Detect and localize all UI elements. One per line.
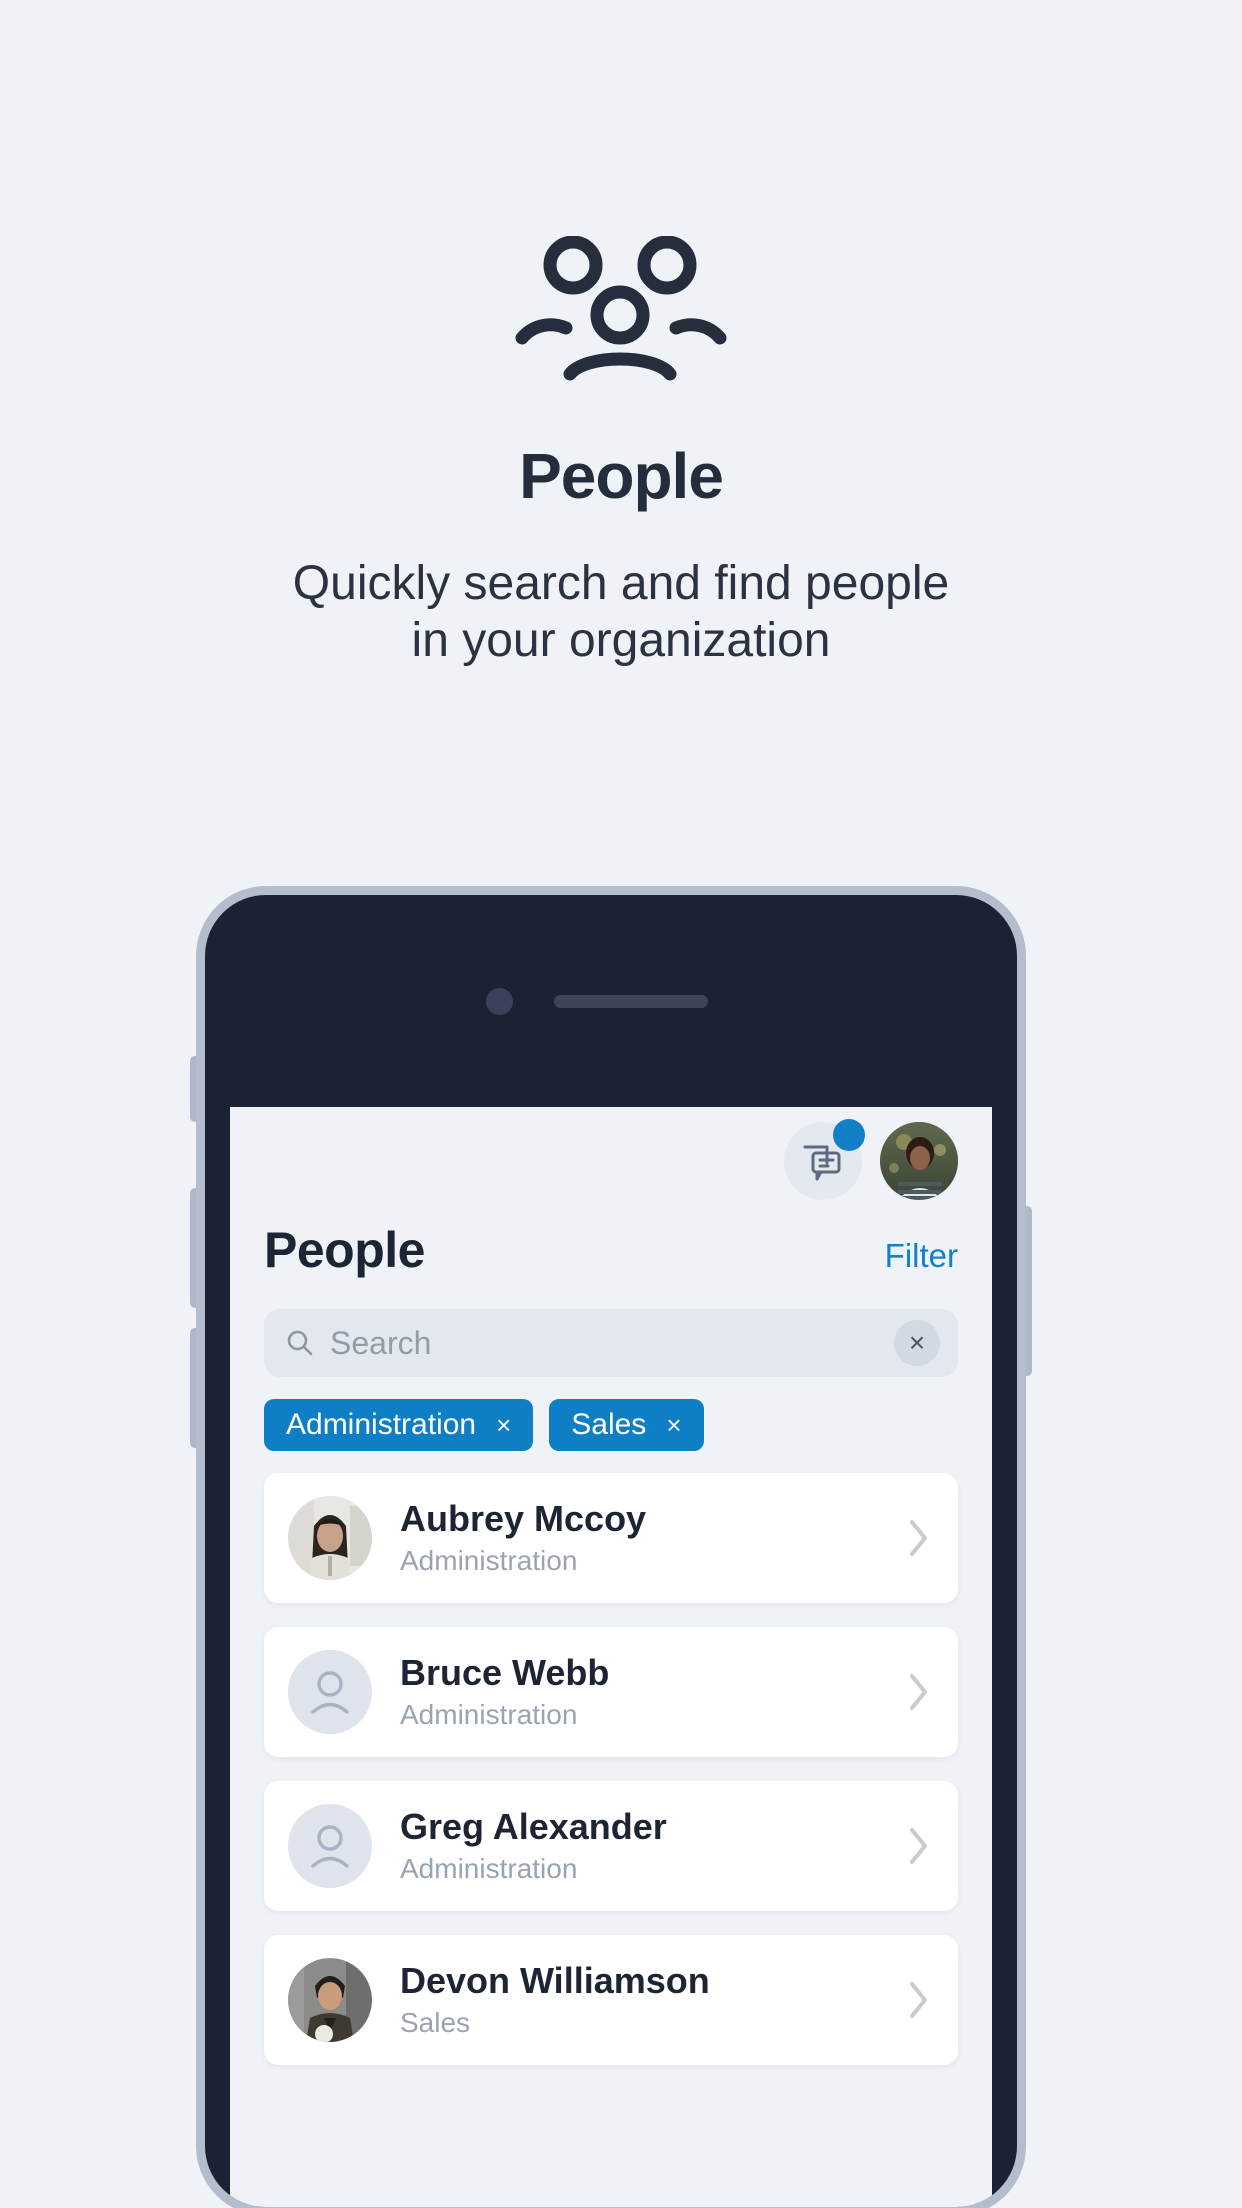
person-placeholder-icon: [288, 1804, 372, 1888]
person-role: Administration: [400, 1699, 578, 1731]
person-avatar-placeholder: [288, 1804, 372, 1888]
page-title: People: [264, 1222, 425, 1278]
person-role: Sales: [400, 2007, 471, 2039]
phone-mockup: People Filter Search × Administration × …: [190, 886, 1032, 2208]
person-name: Bruce Webb: [400, 1652, 610, 1694]
person-meta: Devon Williamson Sales: [372, 1958, 906, 2041]
app-store-screenshot: People Quickly search and find people in…: [0, 0, 1242, 2208]
people-group-icon: [515, 236, 727, 381]
speaker-grille-icon: [554, 995, 708, 1008]
person-placeholder-icon: [288, 1650, 372, 1734]
hero-subtitle: Quickly search and find people in your o…: [0, 556, 1242, 669]
person-name: Aubrey Mccoy: [400, 1498, 647, 1540]
person-avatar-photo: [288, 1958, 372, 2042]
hero-title: People: [519, 440, 724, 512]
list-item[interactable]: Aubrey Mccoy Administration: [264, 1473, 958, 1603]
person-meta: Greg Alexander Administration: [372, 1804, 906, 1887]
filter-chip-sales[interactable]: Sales ×: [549, 1399, 704, 1451]
chip-remove-icon[interactable]: ×: [496, 1410, 511, 1441]
list-item[interactable]: Greg Alexander Administration: [264, 1781, 958, 1911]
person-meta: Aubrey Mccoy Administration: [372, 1496, 906, 1579]
hero-subtitle-line-1: Quickly search and find people: [292, 557, 950, 610]
app-topbar: [230, 1107, 992, 1200]
avatar-photo: [880, 1122, 958, 1200]
person-avatar-photo: [288, 1496, 372, 1580]
app-header: People Filter: [230, 1199, 992, 1279]
chat-button[interactable]: [784, 1119, 865, 1200]
hero-section: People Quickly search and find people in…: [0, 0, 1242, 669]
list-item[interactable]: Devon Williamson Sales: [264, 1935, 958, 2065]
search-clear-button[interactable]: ×: [894, 1320, 940, 1366]
avatar-photo: [288, 1958, 372, 2042]
person-name: Devon Williamson: [400, 1960, 710, 2002]
chevron-right-icon: [910, 1674, 927, 1710]
phone-top-bezel: [205, 895, 1017, 1107]
chip-label: Sales: [571, 1408, 647, 1441]
person-avatar-placeholder: [288, 1650, 372, 1734]
person-meta: Bruce Webb Administration: [372, 1650, 906, 1733]
chat-unread-badge: [833, 1119, 865, 1151]
chip-label: Administration: [286, 1408, 477, 1441]
filter-chip-administration[interactable]: Administration ×: [264, 1399, 534, 1451]
filter-button[interactable]: Filter: [885, 1237, 958, 1275]
person-role: Administration: [400, 1853, 578, 1885]
list-item[interactable]: Bruce Webb Administration: [264, 1627, 958, 1757]
avatar-photo: [288, 1496, 372, 1580]
camera-dot-icon: [486, 988, 513, 1015]
filter-chips: Administration × Sales ×: [230, 1377, 992, 1451]
person-name: Greg Alexander: [400, 1806, 667, 1848]
chevron-right-icon: [910, 1982, 927, 2018]
avatar[interactable]: [880, 1122, 958, 1200]
search-input[interactable]: Search ×: [264, 1309, 958, 1377]
search-icon: [287, 1330, 313, 1356]
phone-body: People Filter Search × Administration × …: [196, 886, 1026, 2208]
phone-screen: People Filter Search × Administration × …: [230, 1107, 992, 2207]
chevron-right-icon: [910, 1520, 927, 1556]
people-list: Aubrey Mccoy Administration Bruce Webb A…: [230, 1451, 992, 2065]
chevron-right-icon: [910, 1828, 927, 1864]
hero-subtitle-line-2: in your organization: [411, 613, 831, 667]
search-placeholder: Search: [330, 1324, 432, 1361]
person-role: Administration: [400, 1545, 578, 1577]
chip-remove-icon[interactable]: ×: [666, 1410, 681, 1441]
